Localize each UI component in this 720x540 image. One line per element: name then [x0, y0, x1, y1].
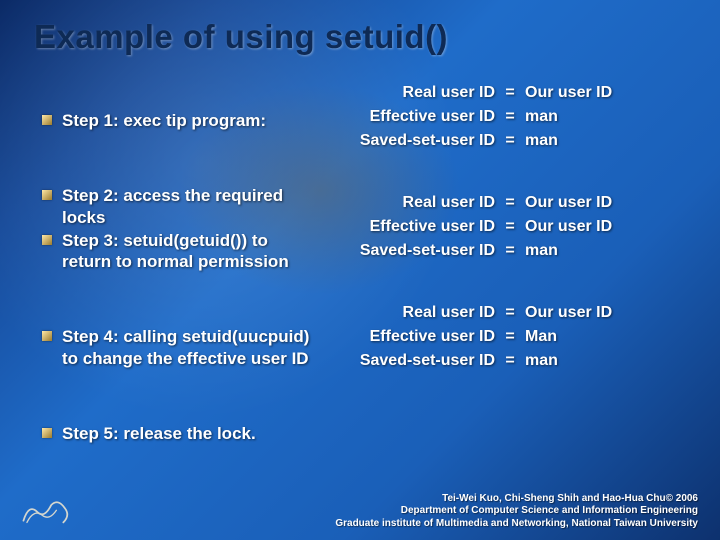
values-column: Real user ID = Our user ID Effective use…	[335, 84, 686, 444]
step-label: Step 1: exec tip program:	[62, 110, 266, 131]
row-value: Our user ID	[525, 194, 612, 212]
row-value: Our user ID	[525, 84, 612, 102]
row-value: man	[525, 352, 558, 370]
table-row: Saved-set-user ID = man	[335, 132, 686, 150]
slide: Example of using setuid() Step 1: exec t…	[0, 0, 720, 444]
step-item: Step 4: calling setuid(uucpuid) to chang…	[42, 326, 317, 369]
equals-sign: =	[495, 304, 525, 322]
steps-column: Step 1: exec tip program: Step 2: access…	[42, 84, 317, 444]
step-group-2-3: Step 2: access the required locks Step 3…	[42, 185, 317, 272]
table-row: Effective user ID = Our user ID	[335, 218, 686, 236]
footer-line: Graduate institute of Multimedia and Net…	[0, 518, 698, 531]
id-table: Real user ID = Our user ID Effective use…	[335, 304, 686, 370]
row-label: Saved-set-user ID	[335, 352, 495, 370]
row-label: Real user ID	[335, 84, 495, 102]
row-label: Effective user ID	[335, 328, 495, 346]
equals-sign: =	[495, 352, 525, 370]
step-item: Step 2: access the required locks	[42, 185, 317, 228]
bullet-icon	[42, 331, 52, 341]
step-label: Step 3: setuid(getuid()) to return to no…	[62, 230, 317, 273]
row-value: man	[525, 242, 558, 260]
row-label: Effective user ID	[335, 218, 495, 236]
footer-line: Tei-Wei Kuo, Chi-Sheng Shih and Hao-Hua …	[0, 493, 698, 506]
table-row: Real user ID = Our user ID	[335, 194, 686, 212]
equals-sign: =	[495, 194, 525, 212]
table-row: Saved-set-user ID = man	[335, 352, 686, 370]
step-item: Step 5: release the lock.	[42, 423, 317, 444]
step-item: Step 1: exec tip program:	[42, 110, 317, 131]
id-table: Real user ID = Our user ID Effective use…	[335, 84, 686, 150]
row-value: man	[525, 108, 558, 126]
equals-sign: =	[495, 132, 525, 150]
row-label: Saved-set-user ID	[335, 132, 495, 150]
table-row: Effective user ID = man	[335, 108, 686, 126]
bullet-icon	[42, 235, 52, 245]
equals-sign: =	[495, 328, 525, 346]
step-label: Step 2: access the required locks	[62, 185, 317, 228]
step-label: Step 4: calling setuid(uucpuid) to chang…	[62, 326, 317, 369]
bullet-icon	[42, 190, 52, 200]
equals-sign: =	[495, 218, 525, 236]
content-area: Step 1: exec tip program: Step 2: access…	[34, 84, 686, 444]
footer-line: Department of Computer Science and Infor…	[0, 505, 698, 518]
row-value: Man	[525, 328, 557, 346]
id-table: Real user ID = Our user ID Effective use…	[335, 194, 686, 260]
table-row: Effective user ID = Man	[335, 328, 686, 346]
equals-sign: =	[495, 108, 525, 126]
table-row: Real user ID = Our user ID	[335, 304, 686, 322]
page-title: Example of using setuid()	[34, 18, 686, 56]
footer-credits: Tei-Wei Kuo, Chi-Sheng Shih and Hao-Hua …	[0, 493, 698, 531]
table-row: Saved-set-user ID = man	[335, 242, 686, 260]
row-value: Our user ID	[525, 304, 612, 322]
bullet-icon	[42, 428, 52, 438]
equals-sign: =	[495, 242, 525, 260]
row-value: Our user ID	[525, 218, 612, 236]
equals-sign: =	[495, 84, 525, 102]
table-row: Real user ID = Our user ID	[335, 84, 686, 102]
step-label: Step 5: release the lock.	[62, 423, 256, 444]
row-label: Real user ID	[335, 304, 495, 322]
row-value: man	[525, 132, 558, 150]
row-label: Real user ID	[335, 194, 495, 212]
step-item: Step 3: setuid(getuid()) to return to no…	[42, 230, 317, 273]
row-label: Effective user ID	[335, 108, 495, 126]
bullet-icon	[42, 115, 52, 125]
row-label: Saved-set-user ID	[335, 242, 495, 260]
